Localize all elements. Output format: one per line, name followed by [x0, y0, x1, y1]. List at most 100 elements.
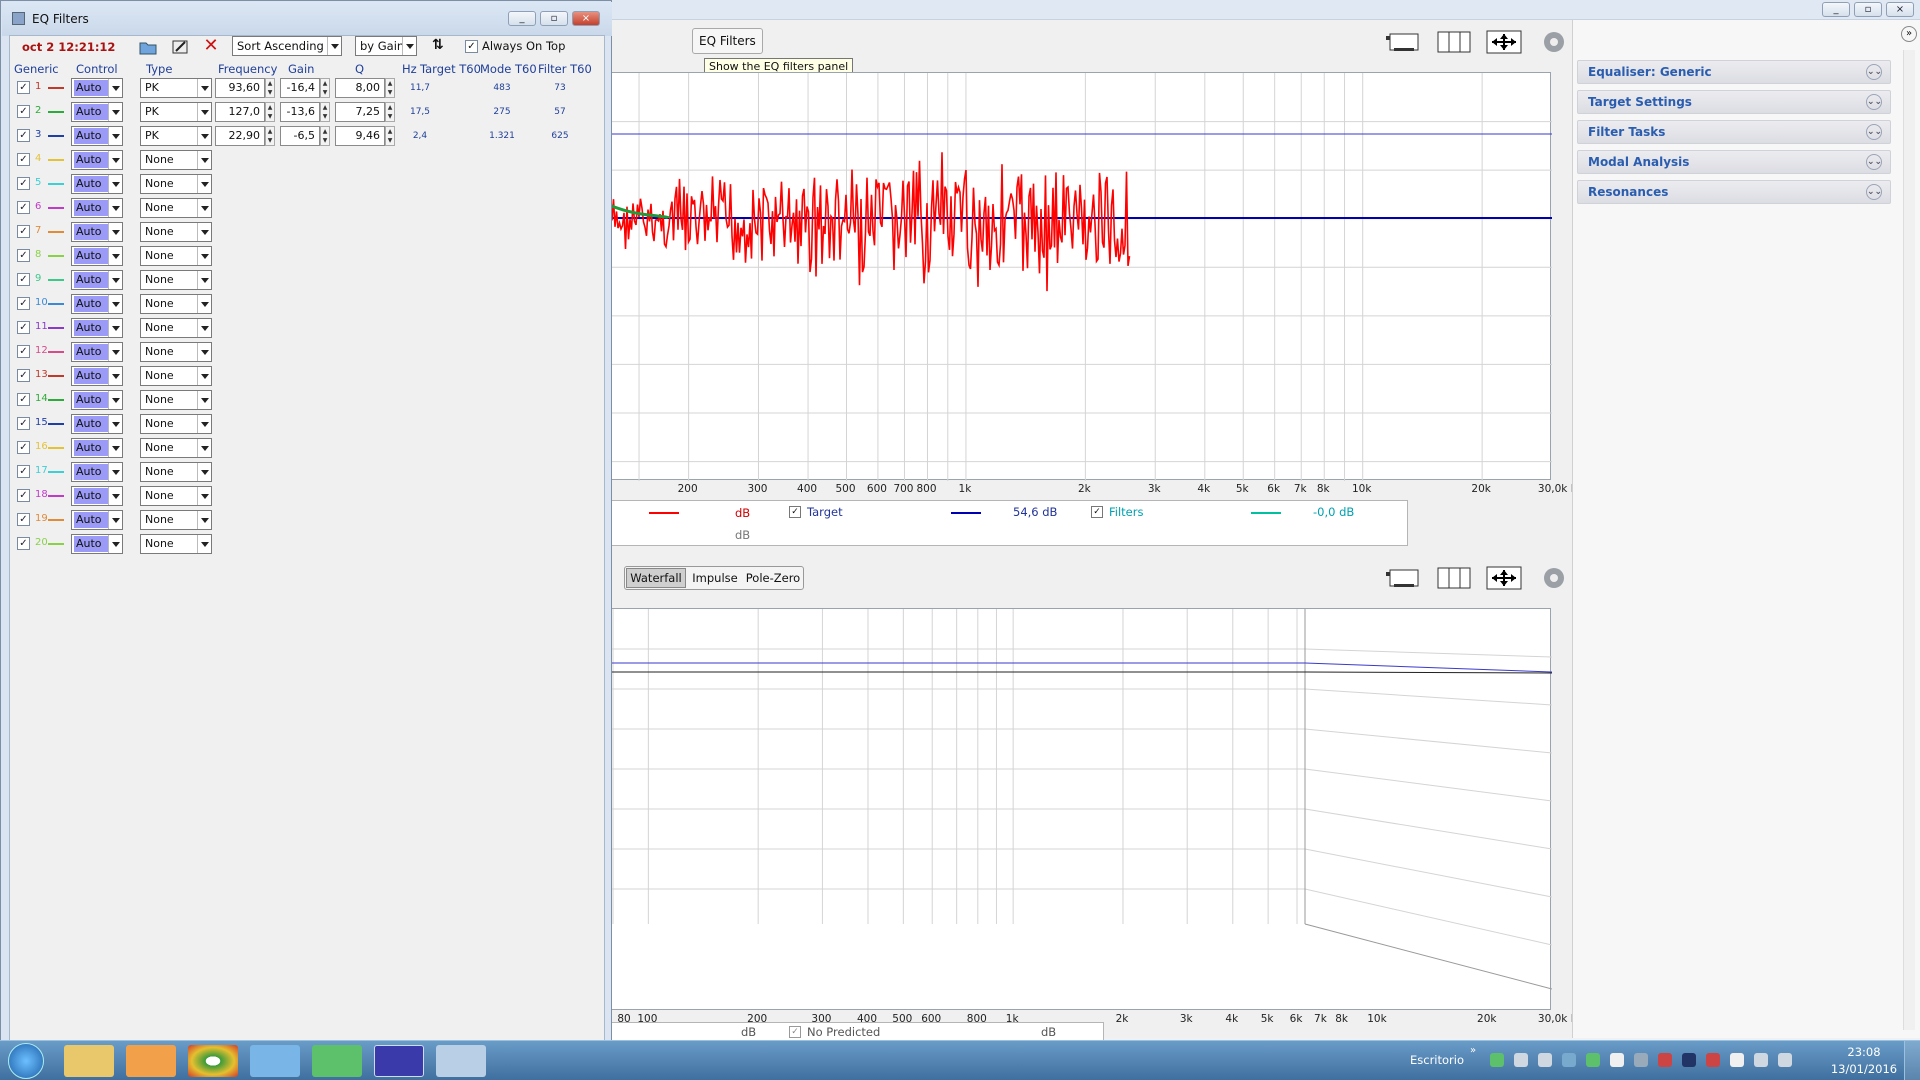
- type-select[interactable]: None: [140, 414, 212, 434]
- gain-spinner[interactable]: ▲ ▼: [320, 126, 330, 146]
- type-select[interactable]: None: [140, 438, 212, 458]
- start-button[interactable]: [8, 1043, 44, 1079]
- filter-enable-checkbox[interactable]: ✓: [17, 273, 30, 286]
- eq-restore-button[interactable]: ▫: [540, 11, 568, 26]
- frequency-response-plot[interactable]: [608, 72, 1552, 481]
- gain-input[interactable]: -13,6: [280, 102, 320, 122]
- fit-axes-icon[interactable]: [1484, 28, 1524, 56]
- panel-item-1[interactable]: Target Settings ⌄⌄: [1577, 90, 1891, 114]
- sort-direction-icon[interactable]: ⇅: [432, 37, 444, 53]
- filter-enable-checkbox[interactable]: ✓: [17, 153, 30, 166]
- eq-close-button[interactable]: ×: [572, 11, 600, 26]
- panel-item-0[interactable]: Equaliser: Generic ⌄⌄: [1577, 60, 1891, 84]
- minimize-button[interactable]: _: [1822, 2, 1850, 17]
- panel-item-3[interactable]: Modal Analysis ⌄⌄: [1577, 150, 1891, 174]
- filter-enable-checkbox[interactable]: ✓: [17, 345, 30, 358]
- panel-item-4[interactable]: Resonances ⌄⌄: [1577, 180, 1891, 204]
- type-select[interactable]: None: [140, 222, 212, 242]
- tray-icon-2[interactable]: [1514, 1053, 1528, 1067]
- control-select[interactable]: Auto: [71, 294, 123, 314]
- panel-scrollbar[interactable]: [1903, 50, 1915, 1030]
- tray-icon-3[interactable]: [1538, 1053, 1552, 1067]
- utorrent-taskbar-icon[interactable]: [312, 1045, 362, 1077]
- eq-filters-button[interactable]: EQ Filters: [692, 28, 763, 54]
- filter-enable-checkbox[interactable]: ✓: [17, 489, 30, 502]
- filter-enable-checkbox[interactable]: ✓: [17, 225, 30, 238]
- delete-icon[interactable]: ✕: [202, 37, 220, 55]
- control-select[interactable]: Auto: [71, 174, 123, 194]
- type-select[interactable]: None: [140, 198, 212, 218]
- type-select[interactable]: None: [140, 462, 212, 482]
- type-select[interactable]: None: [140, 486, 212, 506]
- frequency-spinner[interactable]: ▲ ▼: [265, 78, 275, 98]
- filter-enable-checkbox[interactable]: ✓: [17, 465, 30, 478]
- control-select[interactable]: Auto: [71, 198, 123, 218]
- folder-icon[interactable]: [138, 38, 158, 56]
- show-desktop-button[interactable]: [1904, 1041, 1920, 1080]
- q-input[interactable]: 8,00: [335, 78, 385, 98]
- filter-enable-checkbox[interactable]: ✓: [17, 177, 30, 190]
- control-select[interactable]: Auto: [71, 270, 123, 290]
- control-select[interactable]: Auto: [71, 126, 123, 146]
- gain-input[interactable]: -16,4: [280, 78, 320, 98]
- volume-icon[interactable]: [1778, 1053, 1792, 1067]
- frequency-spinner[interactable]: ▲ ▼: [265, 126, 275, 146]
- collapse-panel-icon[interactable]: »: [1901, 26, 1917, 42]
- type-select[interactable]: None: [140, 534, 212, 554]
- filter-enable-checkbox[interactable]: ✓: [17, 513, 30, 526]
- split-view-icon[interactable]: [1434, 28, 1474, 56]
- control-select[interactable]: Auto: [71, 414, 123, 434]
- tray-icon-10[interactable]: [1706, 1053, 1720, 1067]
- filter-enable-checkbox[interactable]: ✓: [17, 201, 30, 214]
- type-select[interactable]: None: [140, 294, 212, 314]
- filter-enable-checkbox[interactable]: ✓: [17, 129, 30, 142]
- restore-button[interactable]: ▫: [1854, 2, 1882, 17]
- type-select[interactable]: PK: [140, 102, 212, 122]
- q-spinner[interactable]: ▲ ▼: [385, 126, 395, 146]
- apps-taskbar-icon[interactable]: [250, 1045, 300, 1077]
- filter-enable-checkbox[interactable]: ✓: [17, 249, 30, 262]
- filter-enable-checkbox[interactable]: ✓: [17, 417, 30, 430]
- sort-select[interactable]: Sort Ascending: [232, 36, 342, 56]
- control-select[interactable]: Auto: [71, 222, 123, 242]
- graph-layout-icon[interactable]: [1384, 28, 1424, 56]
- type-select[interactable]: None: [140, 174, 212, 194]
- control-select[interactable]: Auto: [71, 318, 123, 338]
- panel-item-2[interactable]: Filter Tasks ⌄⌄: [1577, 120, 1891, 144]
- filters-checkbox[interactable]: ✓: [1091, 506, 1103, 518]
- tray-icon-7[interactable]: [1634, 1053, 1648, 1067]
- split-view-icon-2[interactable]: [1434, 564, 1474, 592]
- media-taskbar-icon[interactable]: [126, 1045, 176, 1077]
- control-select[interactable]: Auto: [71, 246, 123, 266]
- frequency-input[interactable]: 22,90: [215, 126, 265, 146]
- chrome-taskbar-icon[interactable]: [188, 1045, 238, 1077]
- type-select[interactable]: None: [140, 246, 212, 266]
- clock-date[interactable]: 13/01/2016: [1830, 1062, 1898, 1076]
- frequency-spinner[interactable]: ▲ ▼: [265, 102, 275, 122]
- control-select[interactable]: Auto: [71, 366, 123, 386]
- tray-icon-4[interactable]: [1562, 1053, 1576, 1067]
- type-select[interactable]: None: [140, 510, 212, 530]
- control-select[interactable]: Auto: [71, 102, 123, 122]
- q-input[interactable]: 7,25: [335, 102, 385, 122]
- waterfall-plot[interactable]: [608, 608, 1553, 1010]
- type-select[interactable]: None: [140, 390, 212, 410]
- rew-taskbar-icon[interactable]: [374, 1045, 424, 1077]
- type-select[interactable]: None: [140, 342, 212, 362]
- flag-icon[interactable]: [1730, 1053, 1744, 1067]
- frequency-input[interactable]: 93,60: [215, 78, 265, 98]
- chevron-down-icon[interactable]: ⌄⌄: [1866, 184, 1882, 200]
- explorer-taskbar-icon[interactable]: [64, 1045, 114, 1077]
- filter-enable-checkbox[interactable]: ✓: [17, 321, 30, 334]
- close-button[interactable]: ×: [1886, 2, 1914, 17]
- tray-icon-5[interactable]: [1586, 1053, 1600, 1067]
- control-select[interactable]: Auto: [71, 78, 123, 98]
- control-select[interactable]: Auto: [71, 462, 123, 482]
- always-on-top-checkbox[interactable]: ✓: [465, 40, 478, 53]
- control-select[interactable]: Auto: [71, 342, 123, 362]
- type-select[interactable]: None: [140, 270, 212, 290]
- type-select[interactable]: None: [140, 366, 212, 386]
- tray-icon-9[interactable]: [1682, 1053, 1696, 1067]
- tray-icon-6[interactable]: [1610, 1053, 1624, 1067]
- type-select[interactable]: PK: [140, 78, 212, 98]
